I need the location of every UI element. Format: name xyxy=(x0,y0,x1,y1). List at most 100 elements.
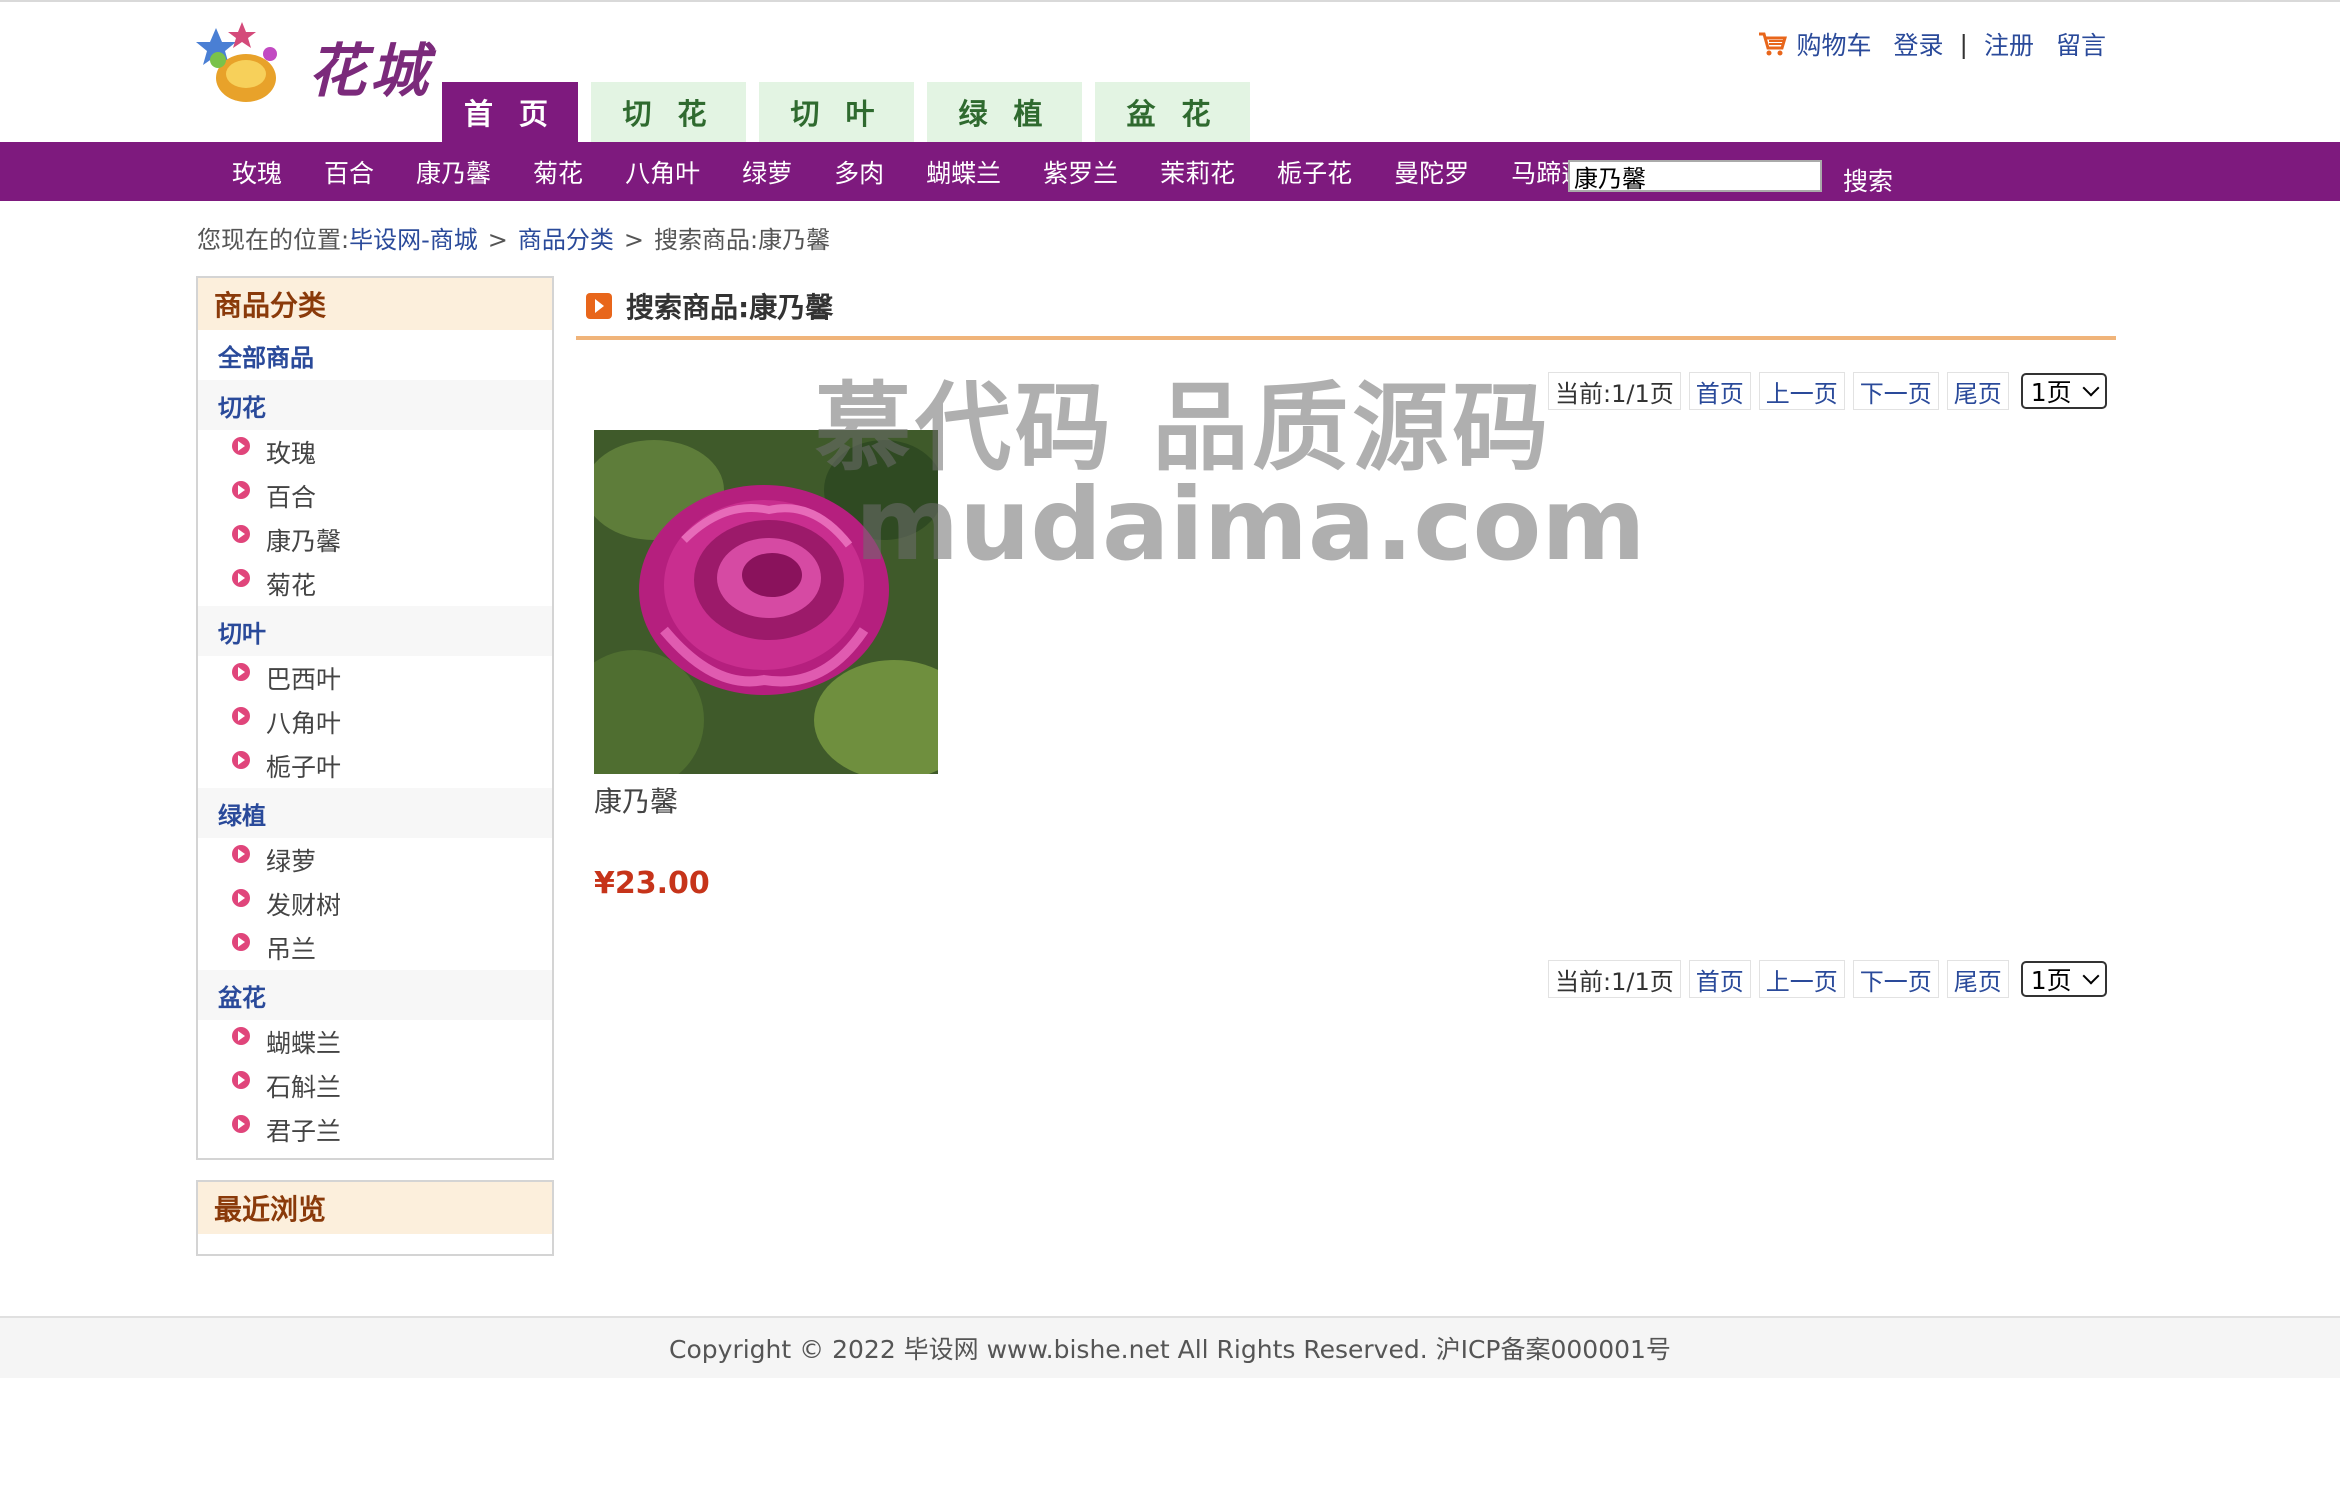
pager-prev[interactable]: 上一页 xyxy=(1758,960,1845,998)
category-item-label: 八角叶 xyxy=(266,709,342,738)
category-item[interactable]: 君子兰 xyxy=(198,1108,552,1152)
category-item-label: 绿萝 xyxy=(266,847,317,876)
message-link[interactable]: 留言 xyxy=(2056,26,2106,62)
pager-prev[interactable]: 上一页 xyxy=(1758,372,1845,410)
category-item[interactable]: 蝴蝶兰 xyxy=(198,1020,552,1064)
category-item[interactable]: 百合 xyxy=(198,474,552,518)
nav-item[interactable]: 玫瑰 xyxy=(232,154,282,190)
category-item-label: 发财树 xyxy=(266,891,342,920)
arrow-bullet-icon xyxy=(232,525,250,543)
category-item[interactable]: 吊兰 xyxy=(198,926,552,970)
nav-item[interactable]: 绿萝 xyxy=(742,154,792,190)
category-group-title[interactable]: 盆花 xyxy=(198,970,552,1020)
tab-potted-flowers[interactable]: 盆 花 xyxy=(1095,82,1250,142)
search-input[interactable] xyxy=(1568,160,1822,192)
recent-views-box: 最近浏览 xyxy=(196,1180,554,1256)
arrow-bullet-icon xyxy=(232,481,250,499)
pager-current: 当前:1/1页 xyxy=(1548,960,1681,998)
page-select-value: 1页 xyxy=(2030,378,2072,407)
pager-top: 当前:1/1页 首页 上一页 下一页 尾页 1页 xyxy=(1548,372,2107,410)
category-group: 绿植 绿萝 发财树 吊兰 xyxy=(198,788,552,970)
main-tabs: 首 页 切 花 切 叶 绿 植 盆 花 xyxy=(442,82,1250,142)
pager-first[interactable]: 首页 xyxy=(1688,372,1751,410)
category-sidebar-title: 商品分类 xyxy=(198,278,552,330)
arrow-bullet-icon xyxy=(232,1027,250,1045)
nav-item[interactable]: 曼陀罗 xyxy=(1394,154,1469,190)
page-select[interactable]: 1页 xyxy=(2020,373,2107,409)
tab-cut-leaves[interactable]: 切 叶 xyxy=(759,82,914,142)
nav-item[interactable]: 八角叶 xyxy=(625,154,700,190)
category-item-label: 栀子叶 xyxy=(266,753,342,782)
category-item[interactable]: 绿萝 xyxy=(198,838,552,882)
category-group: 盆花 蝴蝶兰 石斛兰 君子兰 xyxy=(198,970,552,1152)
register-link[interactable]: 注册 xyxy=(1984,26,2034,62)
arrow-bullet-icon xyxy=(232,663,250,681)
arrow-bullet-icon xyxy=(232,1115,250,1133)
category-item[interactable]: 石斛兰 xyxy=(198,1064,552,1108)
nav-item[interactable]: 康乃馨 xyxy=(416,154,491,190)
chevron-down-icon xyxy=(2082,379,2100,397)
breadcrumb-arrow: > xyxy=(623,226,644,254)
page-select[interactable]: 1页 xyxy=(2020,961,2107,997)
category-group-title[interactable]: 绿植 xyxy=(198,788,552,838)
footer-copyright: Copyright © 2022 毕设网 www.bishe.net All R… xyxy=(669,1335,1671,1364)
arrow-bullet-icon xyxy=(232,437,250,455)
pager-bottom: 当前:1/1页 首页 上一页 下一页 尾页 1页 xyxy=(1548,960,2107,998)
login-link[interactable]: 登录 xyxy=(1894,26,1944,62)
category-item[interactable]: 栀子叶 xyxy=(198,744,552,788)
category-item[interactable]: 巴西叶 xyxy=(198,656,552,700)
category-item[interactable]: 玫瑰 xyxy=(198,430,552,474)
tab-home[interactable]: 首 页 xyxy=(442,82,578,142)
nav-item[interactable]: 菊花 xyxy=(533,154,583,190)
nav-item[interactable]: 蝴蝶兰 xyxy=(926,154,1001,190)
arrow-bullet-icon xyxy=(232,1071,250,1089)
page-select-value: 1页 xyxy=(2030,966,2072,995)
tab-cut-flowers[interactable]: 切 花 xyxy=(591,82,746,142)
category-sidebar: 商品分类 全部商品 切花 玫瑰 百合 康乃馨 菊花 切叶 巴西叶 八角叶 栀子叶… xyxy=(196,276,554,1160)
category-item-label: 蝴蝶兰 xyxy=(266,1029,342,1058)
category-item-label: 巴西叶 xyxy=(266,665,342,694)
nav-item[interactable]: 栀子花 xyxy=(1277,154,1352,190)
category-nav-bar: 玫瑰 百合 康乃馨 菊花 八角叶 绿萝 多肉 蝴蝶兰 紫罗兰 茉莉花 栀子花 曼… xyxy=(0,142,2340,201)
category-item-label: 康乃馨 xyxy=(266,527,342,556)
nav-item[interactable]: 多肉 xyxy=(834,154,884,190)
category-item-label: 吊兰 xyxy=(266,935,317,964)
nav-item[interactable]: 百合 xyxy=(324,154,374,190)
category-group-title[interactable]: 切花 xyxy=(198,380,552,430)
nav-item[interactable]: 紫罗兰 xyxy=(1043,154,1118,190)
arrow-bullet-icon xyxy=(232,933,250,951)
category-item[interactable]: 康乃馨 xyxy=(198,518,552,562)
breadcrumb-category-link[interactable]: 商品分类 xyxy=(518,226,614,254)
pager-next[interactable]: 下一页 xyxy=(1852,372,1939,410)
cart-link[interactable]: 购物车 xyxy=(1797,26,1872,62)
watermark-url: mudaima.com xyxy=(855,466,1646,583)
pager-last[interactable]: 尾页 xyxy=(1946,960,2009,998)
breadcrumb-prefix: 您现在的位置: xyxy=(197,226,350,254)
search-result-title-text: 搜索商品:康乃馨 xyxy=(626,291,834,324)
logo-text: 花城 xyxy=(308,37,433,105)
pager-current: 当前:1/1页 xyxy=(1548,372,1681,410)
top-user-links: 购物车 登录 | 注册 留言 xyxy=(1757,26,2106,62)
search-result-title: 搜索商品:康乃馨 xyxy=(586,286,833,326)
category-item[interactable]: 八角叶 xyxy=(198,700,552,744)
shopping-cart-icon[interactable] xyxy=(1757,30,1787,58)
pager-first[interactable]: 首页 xyxy=(1688,960,1751,998)
all-products-link[interactable]: 全部商品 xyxy=(198,330,552,380)
search-button[interactable]: 搜索 xyxy=(1843,162,1893,198)
nav-item[interactable]: 茉莉花 xyxy=(1160,154,1235,190)
category-item-label: 君子兰 xyxy=(266,1117,342,1146)
arrow-bullet-icon xyxy=(232,707,250,725)
pager-last[interactable]: 尾页 xyxy=(1946,372,2009,410)
title-divider xyxy=(576,336,2116,340)
category-item-label: 玫瑰 xyxy=(266,439,317,468)
pager-next[interactable]: 下一页 xyxy=(1852,960,1939,998)
category-item[interactable]: 发财树 xyxy=(198,882,552,926)
category-group-title[interactable]: 切叶 xyxy=(198,606,552,656)
arrow-bullet-icon xyxy=(232,845,250,863)
product-name[interactable]: 康乃馨 xyxy=(594,780,678,820)
category-item-label: 百合 xyxy=(266,483,317,512)
breadcrumb-home-link[interactable]: 毕设网-商城 xyxy=(349,226,478,254)
category-item[interactable]: 菊花 xyxy=(198,562,552,606)
tab-green-plants[interactable]: 绿 植 xyxy=(927,82,1082,142)
nav-items: 玫瑰 百合 康乃馨 菊花 八角叶 绿萝 多肉 蝴蝶兰 紫罗兰 茉莉花 栀子花 曼… xyxy=(232,142,1628,201)
